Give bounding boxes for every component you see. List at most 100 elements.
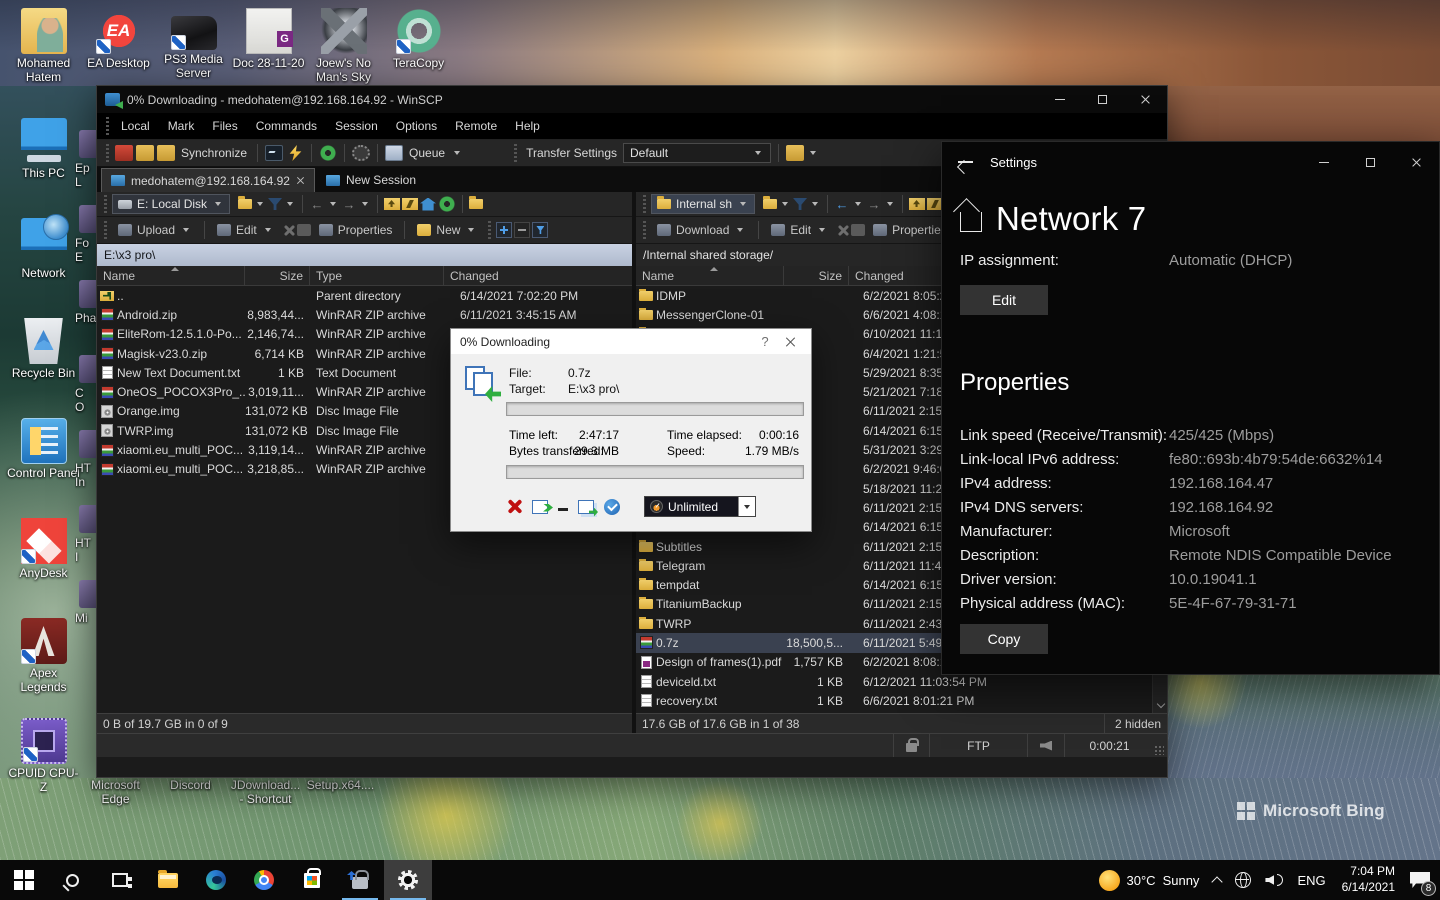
network-tray-button[interactable] <box>1228 860 1258 900</box>
column-header-name[interactable]: Name <box>97 266 245 285</box>
synchronize-button[interactable]: Synchronize <box>181 146 247 160</box>
edge-button[interactable] <box>192 860 240 900</box>
keep-remote-up-to-date-icon[interactable] <box>157 145 175 161</box>
dialog-close-button[interactable] <box>784 336 796 348</box>
skip-file-icon[interactable] <box>532 500 548 514</box>
menu-item[interactable]: Files <box>203 113 246 139</box>
home-directory-icon[interactable] <box>420 198 436 211</box>
forward-icon[interactable]: → <box>341 197 357 212</box>
task-view-button[interactable] <box>96 860 144 900</box>
start-button[interactable] <box>0 860 48 900</box>
back-button[interactable] <box>942 142 988 182</box>
dialog-titlebar[interactable]: 0% Downloading ? <box>451 329 811 354</box>
winscp-taskbar-button[interactable] <box>336 860 384 900</box>
root-directory-icon[interactable] <box>402 198 418 210</box>
console-icon[interactable] <box>265 145 283 161</box>
preferences-icon[interactable] <box>352 145 370 161</box>
maximize-button[interactable] <box>1081 86 1124 113</box>
local-drive-select[interactable]: E: Local Disk <box>112 194 230 214</box>
remote-drive-select[interactable]: Internal sh <box>651 194 755 214</box>
sync-folders-icon[interactable] <box>136 145 154 161</box>
commander-icon[interactable] <box>115 145 133 161</box>
download-button[interactable]: Download <box>651 219 752 241</box>
action-center-button[interactable]: 8 <box>1404 860 1440 900</box>
desktop-icon-partial[interactable]: HT I <box>75 499 96 574</box>
properties-button[interactable]: Properties <box>867 219 953 241</box>
minimize-transfer-icon[interactable] <box>558 508 568 511</box>
refresh-icon[interactable] <box>438 196 456 212</box>
delete-icon[interactable] <box>836 224 849 237</box>
file-row[interactable]: recovery.txt 1 KB 6/6/2021 8:01:21 PM <box>636 691 1152 710</box>
desktop-icon-partial[interactable]: C O <box>75 349 96 424</box>
menu-item[interactable]: Local <box>112 113 159 139</box>
rename-icon[interactable] <box>851 224 865 236</box>
desktop-icon[interactable]: TeraCopy <box>381 6 456 85</box>
desktop-icon-partial[interactable]: HT In <box>75 424 96 499</box>
move-to-background-icon[interactable] <box>578 500 594 514</box>
clock[interactable]: 7:04 PM 6/14/2021 <box>1333 864 1404 895</box>
desktop-icon[interactable]: Doc 28-11-20 <box>231 6 306 85</box>
new-button[interactable]: New <box>411 219 483 241</box>
session-tab[interactable]: medohatem@192.168.164.92 <box>101 168 315 192</box>
menu-item[interactable]: Mark <box>159 113 204 139</box>
edit-button[interactable]: Edit <box>765 219 834 241</box>
help-button[interactable]: ? <box>752 334 778 349</box>
column-header-name[interactable]: Name <box>636 266 784 285</box>
copy-button[interactable]: Copy <box>960 624 1048 654</box>
column-header-size[interactable]: Size <box>784 266 849 285</box>
forward-icon[interactable]: → <box>866 197 882 212</box>
menu-item[interactable]: Help <box>506 113 549 139</box>
open-directory-icon[interactable] <box>238 199 252 209</box>
desktop-icon[interactable]: CPUID CPU-Z <box>6 716 81 816</box>
column-header-size[interactable]: Size <box>245 266 310 285</box>
upload-button[interactable]: Upload <box>112 219 198 241</box>
notifications-cell[interactable] <box>1027 734 1064 757</box>
desktop-icon[interactable]: AnyDesk <box>6 516 81 616</box>
settings-taskbar-button[interactable] <box>384 860 432 900</box>
close-button[interactable] <box>1124 86 1167 113</box>
edit-button[interactable]: Edit <box>211 219 280 241</box>
minimize-button[interactable] <box>1301 142 1347 182</box>
transfer-options-icon[interactable] <box>604 499 620 515</box>
queue-icon[interactable] <box>385 145 403 161</box>
chrome-button[interactable] <box>240 860 288 900</box>
filter-icon[interactable] <box>793 198 807 210</box>
desktop-icon[interactable]: PS3 Media Server <box>156 6 231 85</box>
maximize-button[interactable] <box>1347 142 1393 182</box>
select-files-icon[interactable] <box>496 222 512 238</box>
volume-tray-button[interactable] <box>1258 860 1290 900</box>
close-tab-icon[interactable] <box>296 176 305 185</box>
protocol-cell[interactable]: FTP <box>929 734 1027 757</box>
filter-icon[interactable] <box>268 198 282 210</box>
desktop-icon[interactable]: Joew's No Man's Sky <box>306 6 381 85</box>
desktop-icon[interactable]: This PC <box>6 116 81 216</box>
file-explorer-button[interactable] <box>144 860 192 900</box>
delete-icon[interactable] <box>282 224 295 237</box>
winscp-titlebar[interactable]: 0% Downloading - medohatem@192.168.164.9… <box>97 86 1167 113</box>
unselect-files-icon[interactable] <box>514 222 530 238</box>
menu-item[interactable]: Commands <box>247 113 326 139</box>
menu-item[interactable]: Session <box>326 113 387 139</box>
lock-cell[interactable] <box>893 734 929 757</box>
file-row[interactable]: Android.zip 8,983,44... WinRAR ZIP archi… <box>97 305 632 324</box>
desktop-icon-partial[interactable]: Ep L <box>75 124 96 199</box>
desktop-icon[interactable]: Network <box>6 216 81 316</box>
column-header-changed[interactable]: Changed <box>444 266 632 285</box>
resize-grip[interactable] <box>1154 745 1164 755</box>
back-icon[interactable]: ← <box>834 197 850 212</box>
edit-button[interactable]: Edit <box>960 285 1048 315</box>
properties-button[interactable]: Properties <box>313 219 399 241</box>
search-button[interactable] <box>48 860 96 900</box>
file-row[interactable]: .. Parent directory 6/14/2021 7:02:20 PM <box>97 286 632 305</box>
queue-dropdown-caret[interactable] <box>454 151 460 155</box>
new-session-tab[interactable]: New Session <box>317 168 425 192</box>
transfer-settings-select[interactable]: Default <box>623 143 771 163</box>
transfer-options-icon[interactable] <box>786 145 804 161</box>
speed-limit-combo[interactable]: Unlimited <box>644 496 756 517</box>
desktop-icon[interactable]: Control Panel <box>6 416 81 516</box>
refresh-icon[interactable] <box>319 145 337 161</box>
file-row[interactable]: steel 2 final.pdf 4,023 KB 5/28/2021 3:2… <box>636 711 1152 713</box>
desktop-icon[interactable]: Mohamed Hatem <box>6 6 81 85</box>
selection-filter-icon[interactable] <box>532 222 548 238</box>
tree-icon[interactable] <box>469 199 483 209</box>
